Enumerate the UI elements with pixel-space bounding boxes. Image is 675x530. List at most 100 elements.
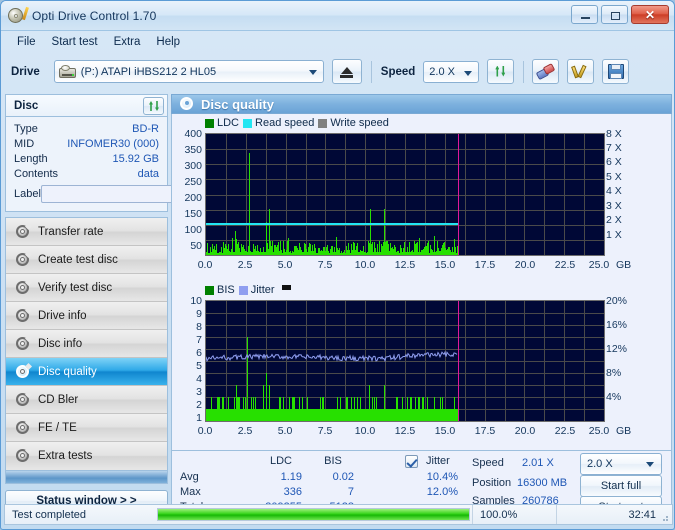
left-panel: Disc Type BD-R MID INFOMER30 (000) Lengt… — [5, 94, 240, 512]
eject-icon — [340, 67, 353, 74]
stats-row-label-avg: Avg — [180, 471, 199, 483]
disc-icon — [15, 390, 33, 407]
sidebar-item-label: Verify test disc — [38, 281, 113, 294]
refresh-button[interactable] — [487, 59, 515, 84]
stats-row-label-max: Max — [180, 486, 201, 498]
bis-y2tick: 20% — [606, 295, 628, 307]
close-button[interactable]: ✕ — [631, 5, 669, 24]
disc-icon — [15, 446, 33, 463]
disc-panel-title: Disc — [14, 99, 39, 112]
drive-select[interactable]: (P:) ATAPI iHBS212 2 HL05 — [53, 60, 324, 83]
disc-row-type: Type BD-R — [14, 121, 159, 136]
sidebar-item-label: Transfer rate — [38, 225, 104, 238]
bis-xtick: 25.0 — [588, 425, 610, 437]
test-speed-value: 2.0 X — [587, 458, 613, 470]
menu-item-extra[interactable]: Extra — [106, 34, 149, 50]
ldc-chart-legend: LDC Read speed Write speed — [205, 117, 389, 129]
save-button[interactable] — [602, 59, 630, 84]
ldc-y2tick: 1 X — [606, 229, 622, 241]
legend-extra-marker — [281, 284, 291, 290]
bis-xtick: 2.5 — [237, 425, 253, 437]
main-panel: Disc quality LDC Read speed Write speed … — [171, 94, 672, 518]
minimize-button[interactable] — [571, 5, 598, 24]
bis-xtick: 15.0 — [434, 425, 456, 437]
sidebar-item-label: FE / TE — [38, 421, 77, 434]
bis-y2tick: 4% — [606, 391, 622, 403]
erase-button[interactable] — [532, 59, 560, 84]
ldc-ytick: 300 — [184, 160, 202, 172]
elapsed-time: 32:41 — [556, 505, 672, 524]
disc-refresh-button[interactable] — [143, 97, 164, 115]
graph-area: LDC Read speed Write speed 400 350 300 2… — [171, 114, 672, 451]
disc-info: Type BD-R MID INFOMER30 (000) Length 15.… — [5, 116, 240, 212]
stats-max-bis: 7 — [347, 486, 354, 498]
ldc-y2tick: 7 X — [606, 142, 622, 154]
sidebar-item-disc-info[interactable]: Disc info — [6, 330, 167, 358]
jitter-checkbox[interactable] — [405, 455, 418, 468]
sidebar-item-disc-quality[interactable]: Disc quality — [6, 358, 167, 386]
nav-list: Transfer rate Create test disc Verify te… — [5, 217, 168, 471]
ldc-ytick: 100 — [184, 224, 202, 236]
ldc-y2tick: 3 X — [606, 200, 622, 212]
disc-row-key: Type — [14, 122, 38, 135]
drive-select-value: (P:) ATAPI iHBS212 2 HL05 — [80, 65, 217, 78]
sidebar-item-transfer-rate[interactable]: Transfer rate — [6, 218, 167, 246]
wrench-icon — [571, 64, 589, 79]
maximize-button[interactable] — [601, 5, 628, 24]
disc-row-key: Contents — [14, 167, 59, 180]
menu-item-help[interactable]: Help — [148, 34, 188, 50]
toolbar-divider-2 — [523, 60, 525, 83]
tools-button[interactable] — [567, 59, 595, 84]
ldc-xtick: 25.0 — [588, 259, 610, 271]
sidebar-item-label: Drive info — [38, 309, 87, 322]
disc-row-value: BD-R — [132, 122, 159, 135]
stats-avg-ldc: 1.19 — [280, 471, 302, 483]
stats-avg-jitter: 10.4% — [426, 471, 458, 483]
bis-chart-legend: BIS Jitter — [205, 284, 291, 296]
ldc-xtick: 7.5 — [317, 259, 333, 271]
stats-position-key: Position — [472, 477, 512, 489]
stats-max-ldc: 336 — [283, 486, 302, 498]
bis-ytick: 9 — [196, 308, 202, 320]
sidebar-item-create-test-disc[interactable]: Create test disc — [6, 246, 167, 274]
main-panel-header: Disc quality — [171, 94, 672, 114]
ldc-chart: LDC Read speed Write speed 400 350 300 2… — [172, 114, 671, 282]
ldc-ytick: 200 — [184, 192, 202, 204]
ldc-ytick: 150 — [184, 208, 202, 220]
disc-icon — [15, 418, 33, 435]
sidebar-item-fe-te[interactable]: FE / TE — [6, 414, 167, 442]
bis-ytick: 5 — [196, 360, 202, 372]
bis-ytick: 2 — [196, 399, 202, 411]
floppy-save-icon — [607, 64, 624, 79]
sidebar-item-drive-info[interactable]: Drive info — [6, 302, 167, 330]
disc-row-value: 15.92 GB — [112, 152, 159, 165]
sidebar-item-extra-tests[interactable]: Extra tests — [6, 442, 167, 470]
test-speed-select[interactable]: 2.0 X — [580, 453, 662, 475]
menu-item-file[interactable]: File — [9, 34, 44, 50]
chevron-down-icon — [646, 462, 654, 467]
eject-button[interactable] — [331, 59, 362, 84]
disc-row-value: INFOMER30 (000) — [67, 137, 159, 150]
sidebar-item-cd-bler[interactable]: CD Bler — [6, 386, 167, 414]
sidebar-item-label: CD Bler — [38, 393, 79, 406]
ldc-y2tick: 2 X — [606, 214, 622, 226]
ldc-y2tick: 8 X — [606, 128, 622, 140]
ldc-y2tick: 4 X — [606, 185, 622, 197]
bis-plot — [205, 300, 605, 422]
bis-xtick: 12.5 — [394, 425, 416, 437]
ldc-ytick: 250 — [184, 176, 202, 188]
ldc-xtick: 12.5 — [394, 259, 416, 271]
sidebar-item-verify-test-disc[interactable]: Verify test disc — [6, 274, 167, 302]
speed-select[interactable]: 2.0 X — [423, 60, 480, 83]
menu-item-start-test[interactable]: Start test — [44, 34, 106, 50]
chevron-down-icon — [308, 70, 317, 75]
resize-grip-icon[interactable] — [659, 512, 669, 522]
start-full-button[interactable]: Start full — [580, 475, 662, 497]
disc-label-key: Label — [14, 188, 41, 200]
disc-panel-header: Disc — [5, 94, 168, 116]
sidebar-item-label: Disc info — [38, 337, 83, 350]
legend-label: Jitter — [250, 284, 275, 296]
ldc-xtick: 20.0 — [514, 259, 536, 271]
bis-y2tick: 16% — [606, 319, 628, 331]
ldc-xtick: 2.5 — [237, 259, 253, 271]
